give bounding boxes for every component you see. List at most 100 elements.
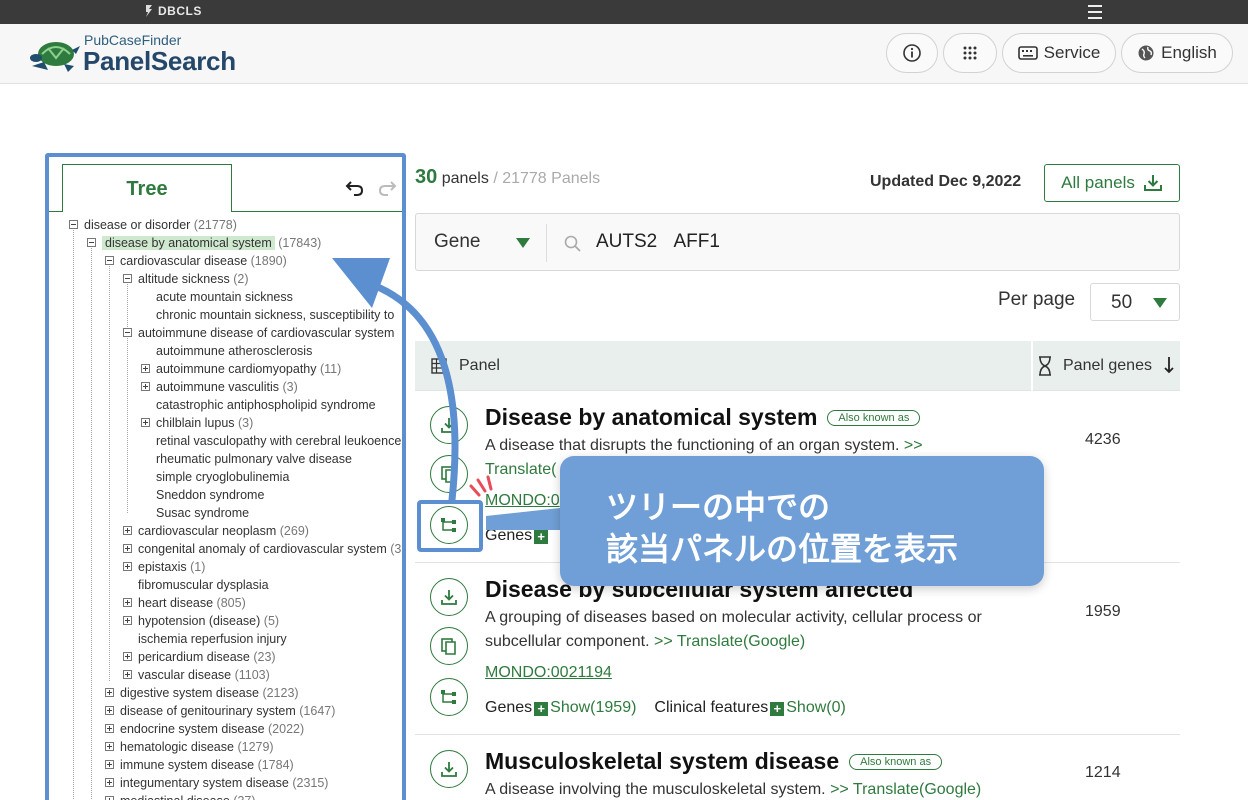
plus-icon[interactable]: +: [534, 702, 549, 716]
tree-node[interactable]: epistaxis (1): [123, 559, 205, 575]
mondo-link[interactable]: MONDO:0021194: [485, 664, 612, 682]
tree-node[interactable]: rheumatic pulmonary valve disease: [156, 451, 352, 467]
expand-icon[interactable]: [105, 778, 114, 787]
apps-button[interactable]: [943, 33, 997, 73]
genes-toggle[interactable]: Genes +: [485, 527, 550, 545]
tree-node[interactable]: immune system disease (1784): [105, 757, 294, 773]
also-known-as-badge[interactable]: Also known as: [849, 754, 943, 770]
tree-node[interactable]: pericardium disease (23): [123, 649, 276, 665]
tree-node[interactable]: Sneddon syndrome: [156, 487, 264, 503]
expand-icon[interactable]: [141, 364, 150, 373]
search-type-chevron-down-icon[interactable]: [516, 238, 530, 248]
info-button[interactable]: [886, 33, 938, 73]
tree-node[interactable]: autoimmune atherosclerosis: [156, 343, 312, 359]
tree-node[interactable]: hypotension (disease) (5): [123, 613, 279, 629]
expand-icon[interactable]: [141, 382, 150, 391]
tree-node[interactable]: congenital anomaly of cardiovascular sys…: [123, 541, 402, 557]
tree-node[interactable]: disease by anatomical system (17843): [87, 235, 321, 251]
service-button[interactable]: Service: [1002, 33, 1116, 73]
translate-arrows[interactable]: >>: [904, 437, 923, 454]
tree-node[interactable]: cardiovascular disease (1890): [105, 253, 287, 269]
tree-node[interactable]: altitude sickness (2): [123, 271, 248, 287]
expand-icon[interactable]: [123, 616, 132, 625]
tree-node[interactable]: endocrine system disease (2022): [105, 721, 304, 737]
show-in-tree-button[interactable]: [430, 506, 468, 544]
tree-node[interactable]: retinal vasculopathy with cerebral leuko…: [156, 433, 402, 449]
collapse-icon[interactable]: [87, 238, 96, 247]
panel-title[interactable]: Disease by anatomical system Also known a…: [485, 404, 921, 431]
expand-icon[interactable]: [105, 760, 114, 769]
download-panel-button[interactable]: [430, 406, 468, 444]
tree-node[interactable]: digestive system disease (2123): [105, 685, 299, 701]
tree-node[interactable]: chilblain lupus (3): [141, 415, 253, 431]
collapse-icon[interactable]: [69, 220, 78, 229]
tree-node[interactable]: disease or disorder (21778): [69, 217, 237, 233]
expand-icon[interactable]: [123, 652, 132, 661]
plus-icon[interactable]: +: [770, 702, 785, 716]
expand-icon[interactable]: [123, 598, 132, 607]
collapse-icon[interactable]: [105, 256, 114, 265]
hourglass-icon: [1039, 356, 1051, 376]
download-panel-button[interactable]: [430, 578, 468, 616]
tree-node[interactable]: Susac syndrome: [156, 505, 249, 521]
expand-icon[interactable]: [123, 544, 132, 553]
language-button[interactable]: English: [1121, 33, 1233, 73]
genes-show-link[interactable]: Show(1959): [550, 699, 636, 716]
brand-title[interactable]: PanelSearch: [83, 46, 236, 77]
hamburger-menu-icon[interactable]: [1088, 5, 1102, 19]
tree-node[interactable]: heart disease (805): [123, 595, 246, 611]
expand-icon[interactable]: [123, 562, 132, 571]
per-page-select[interactable]: 50: [1090, 283, 1180, 321]
turtle-logo-icon[interactable]: [28, 36, 80, 74]
column-header-panel-genes[interactable]: Panel genes: [1063, 357, 1152, 375]
translate-link[interactable]: Translate(: [485, 461, 556, 478]
tree-node[interactable]: cardiovascular neoplasm (269): [123, 523, 309, 539]
tree-node[interactable]: integumentary system disease (2315): [105, 775, 328, 791]
clinical-features-show-link[interactable]: Show(0): [786, 699, 846, 716]
tree-node[interactable]: vascular disease (1103): [123, 667, 270, 683]
download-panel-button[interactable]: [430, 750, 468, 788]
expand-icon[interactable]: [123, 670, 132, 679]
collapse-icon[interactable]: [123, 274, 132, 283]
sort-arrow-down-icon[interactable]: [1163, 355, 1175, 375]
panel-title[interactable]: Musculoskeletal system disease Also known…: [485, 748, 943, 775]
expand-icon[interactable]: [105, 796, 114, 800]
tree-node[interactable]: chronic mountain sickness, susceptibilit…: [156, 307, 394, 323]
tree-node[interactable]: catastrophic antiphospholipid syndrome: [156, 397, 376, 413]
collapse-icon[interactable]: [123, 328, 132, 337]
tree-node[interactable]: fibromuscular dysplasia: [138, 577, 269, 593]
expand-icon[interactable]: [105, 742, 114, 751]
show-in-tree-button[interactable]: [430, 678, 468, 716]
tree-node[interactable]: autoimmune disease of cardiovascular sys…: [123, 325, 394, 341]
translate-link[interactable]: >> Translate(Google): [654, 633, 805, 650]
translate-link[interactable]: >> Translate(Google): [830, 781, 981, 798]
expand-icon[interactable]: [105, 706, 114, 715]
expand-icon[interactable]: [123, 526, 132, 535]
search-type-select[interactable]: Gene: [434, 231, 480, 253]
expand-icon[interactable]: [141, 418, 150, 427]
copy-panel-button[interactable]: [430, 627, 468, 665]
column-header-panel[interactable]: Panel: [459, 357, 500, 375]
tree-node[interactable]: acute mountain sickness: [156, 289, 293, 305]
table-row: Disease by subcellular system affected A…: [415, 563, 1180, 735]
expand-icon[interactable]: [105, 724, 114, 733]
tree-node[interactable]: disease of genitourinary system (1647): [105, 703, 335, 719]
also-known-as-badge[interactable]: Also known as: [827, 410, 921, 426]
tree-node-label: acute mountain sickness: [156, 290, 293, 304]
tree-node[interactable]: hematologic disease (1279): [105, 739, 274, 755]
search-input[interactable]: AUTS2 AFF1: [596, 231, 720, 253]
mondo-link[interactable]: MONDO:0: [485, 492, 560, 510]
tree-node[interactable]: autoimmune cardiomyopathy (11): [141, 361, 341, 377]
tree-node[interactable]: ischemia reperfusion injury: [138, 631, 287, 647]
panel-title[interactable]: Disease by subcellular system affected: [485, 576, 913, 603]
dbcls-brand[interactable]: DBCLS: [144, 4, 202, 18]
undo-icon[interactable]: [345, 177, 365, 197]
tree-node[interactable]: mediastinal disease (37): [105, 793, 256, 800]
tree-node[interactable]: simple cryoglobulinemia: [156, 469, 289, 485]
expand-icon[interactable]: [105, 688, 114, 697]
all-panels-download-button[interactable]: All panels: [1044, 164, 1180, 202]
redo-icon[interactable]: [377, 177, 397, 197]
tab-tree[interactable]: Tree: [62, 164, 232, 212]
copy-panel-button[interactable]: [430, 455, 468, 493]
tree-node[interactable]: autoimmune vasculitis (3): [141, 379, 298, 395]
